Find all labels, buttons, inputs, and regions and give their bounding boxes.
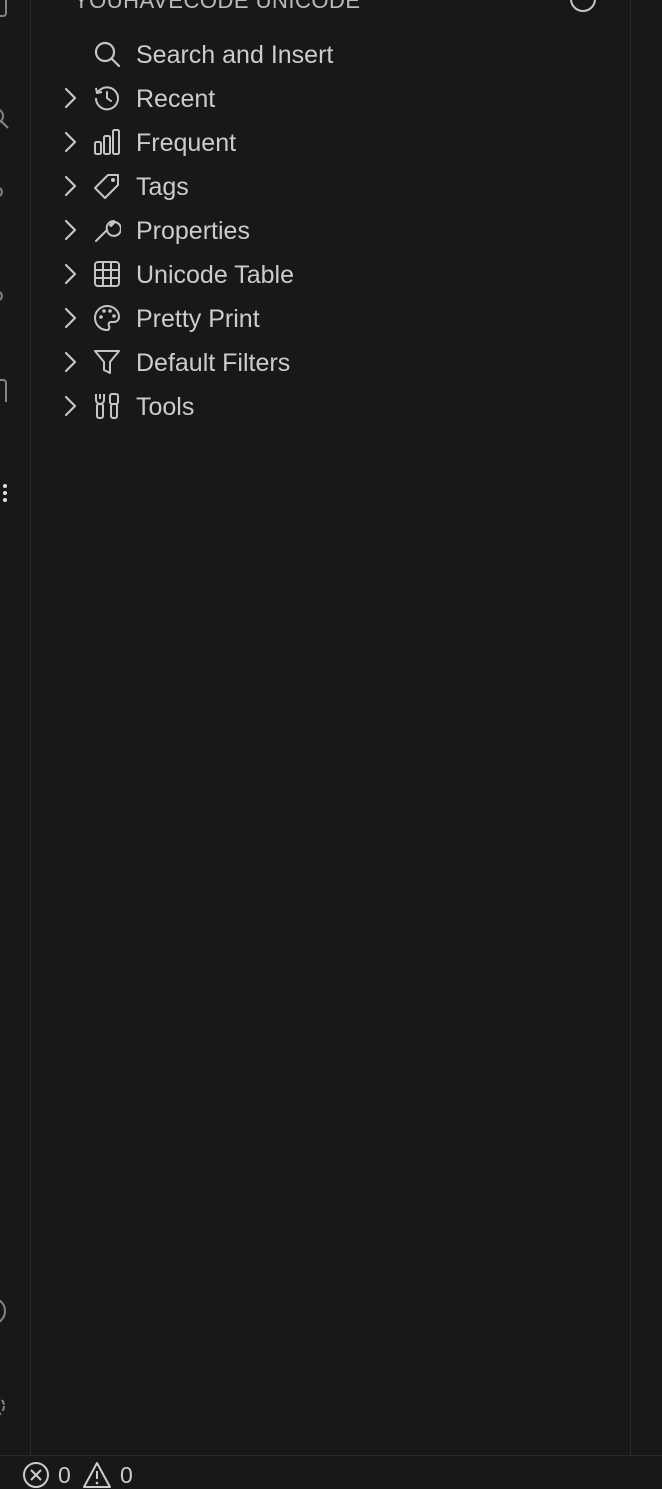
- bar-chart-icon: [93, 128, 121, 156]
- chevron-right-icon[interactable]: [58, 262, 82, 286]
- extensions-icon[interactable]: [0, 378, 10, 402]
- chevron-right-icon[interactable]: [58, 174, 82, 198]
- tree-item-label: Unicode Table: [136, 261, 294, 289]
- tree-item-tools[interactable]: Tools: [32, 384, 630, 428]
- tree-item-properties[interactable]: Properties: [32, 208, 630, 252]
- search-icon: [93, 40, 121, 68]
- unicode-tree: Search and Insert Recent Frequent Tags P…: [32, 32, 630, 428]
- table-icon: [93, 260, 121, 288]
- warning-count: 0: [120, 1462, 133, 1488]
- tag-icon: [93, 172, 121, 200]
- tree-item-label: Recent: [136, 85, 216, 113]
- account-icon[interactable]: [0, 1296, 10, 1323]
- search-icon[interactable]: [0, 106, 10, 130]
- chevron-right-icon[interactable]: [58, 306, 82, 330]
- explorer-icon[interactable]: [0, 0, 10, 18]
- chevron-right-icon[interactable]: [58, 394, 82, 418]
- tree-item-frequent[interactable]: Frequent: [32, 120, 630, 164]
- tree-item-label: Tags: [136, 173, 189, 201]
- chevron-right-icon[interactable]: [58, 218, 82, 242]
- chevron-right-icon[interactable]: [58, 86, 82, 110]
- tree-item-label: Tools: [136, 393, 195, 421]
- problems-warnings-indicator[interactable]: 0: [82, 1461, 133, 1489]
- status-bar: 0 0: [0, 1455, 662, 1489]
- tree-item-label: Pretty Print: [136, 305, 260, 333]
- tree-item-label: Properties: [136, 217, 250, 245]
- tree-item-tags[interactable]: Tags: [32, 164, 630, 208]
- manage-gear-icon[interactable]: [0, 1392, 10, 1416]
- source-control-icon[interactable]: [0, 180, 10, 204]
- tree-item-recent[interactable]: Recent: [32, 76, 630, 120]
- problems-errors-indicator[interactable]: 0: [22, 1461, 71, 1489]
- filter-icon: [93, 348, 121, 376]
- history-icon: [93, 84, 121, 112]
- error-icon: [22, 1461, 50, 1489]
- editor-gutter: [631, 0, 662, 1455]
- tree-item-label: Default Filters: [136, 349, 291, 377]
- wrench-icon: [93, 216, 121, 244]
- section-title: YOUHAVECODE UNICODE: [74, 0, 361, 13]
- unicode-extension-icon[interactable]: [0, 480, 10, 504]
- error-count: 0: [58, 1462, 71, 1488]
- tools-icon: [93, 392, 121, 420]
- tree-item-unicode-table[interactable]: Unicode Table: [32, 252, 630, 296]
- tree-item-default-filters[interactable]: Default Filters: [32, 340, 630, 384]
- tree-item-label: Frequent: [136, 129, 237, 157]
- tree-item-search-and-insert[interactable]: Search and Insert: [32, 32, 630, 76]
- chevron-right-icon[interactable]: [58, 350, 82, 374]
- palette-icon: [93, 304, 121, 332]
- warning-icon: [82, 1461, 112, 1489]
- chevron-right-icon[interactable]: [58, 130, 82, 154]
- run-debug-icon[interactable]: [0, 284, 10, 308]
- tree-item-pretty-print[interactable]: Pretty Print: [32, 296, 630, 340]
- tree-item-label: Search and Insert: [136, 41, 334, 69]
- activity-bar: [0, 0, 31, 1455]
